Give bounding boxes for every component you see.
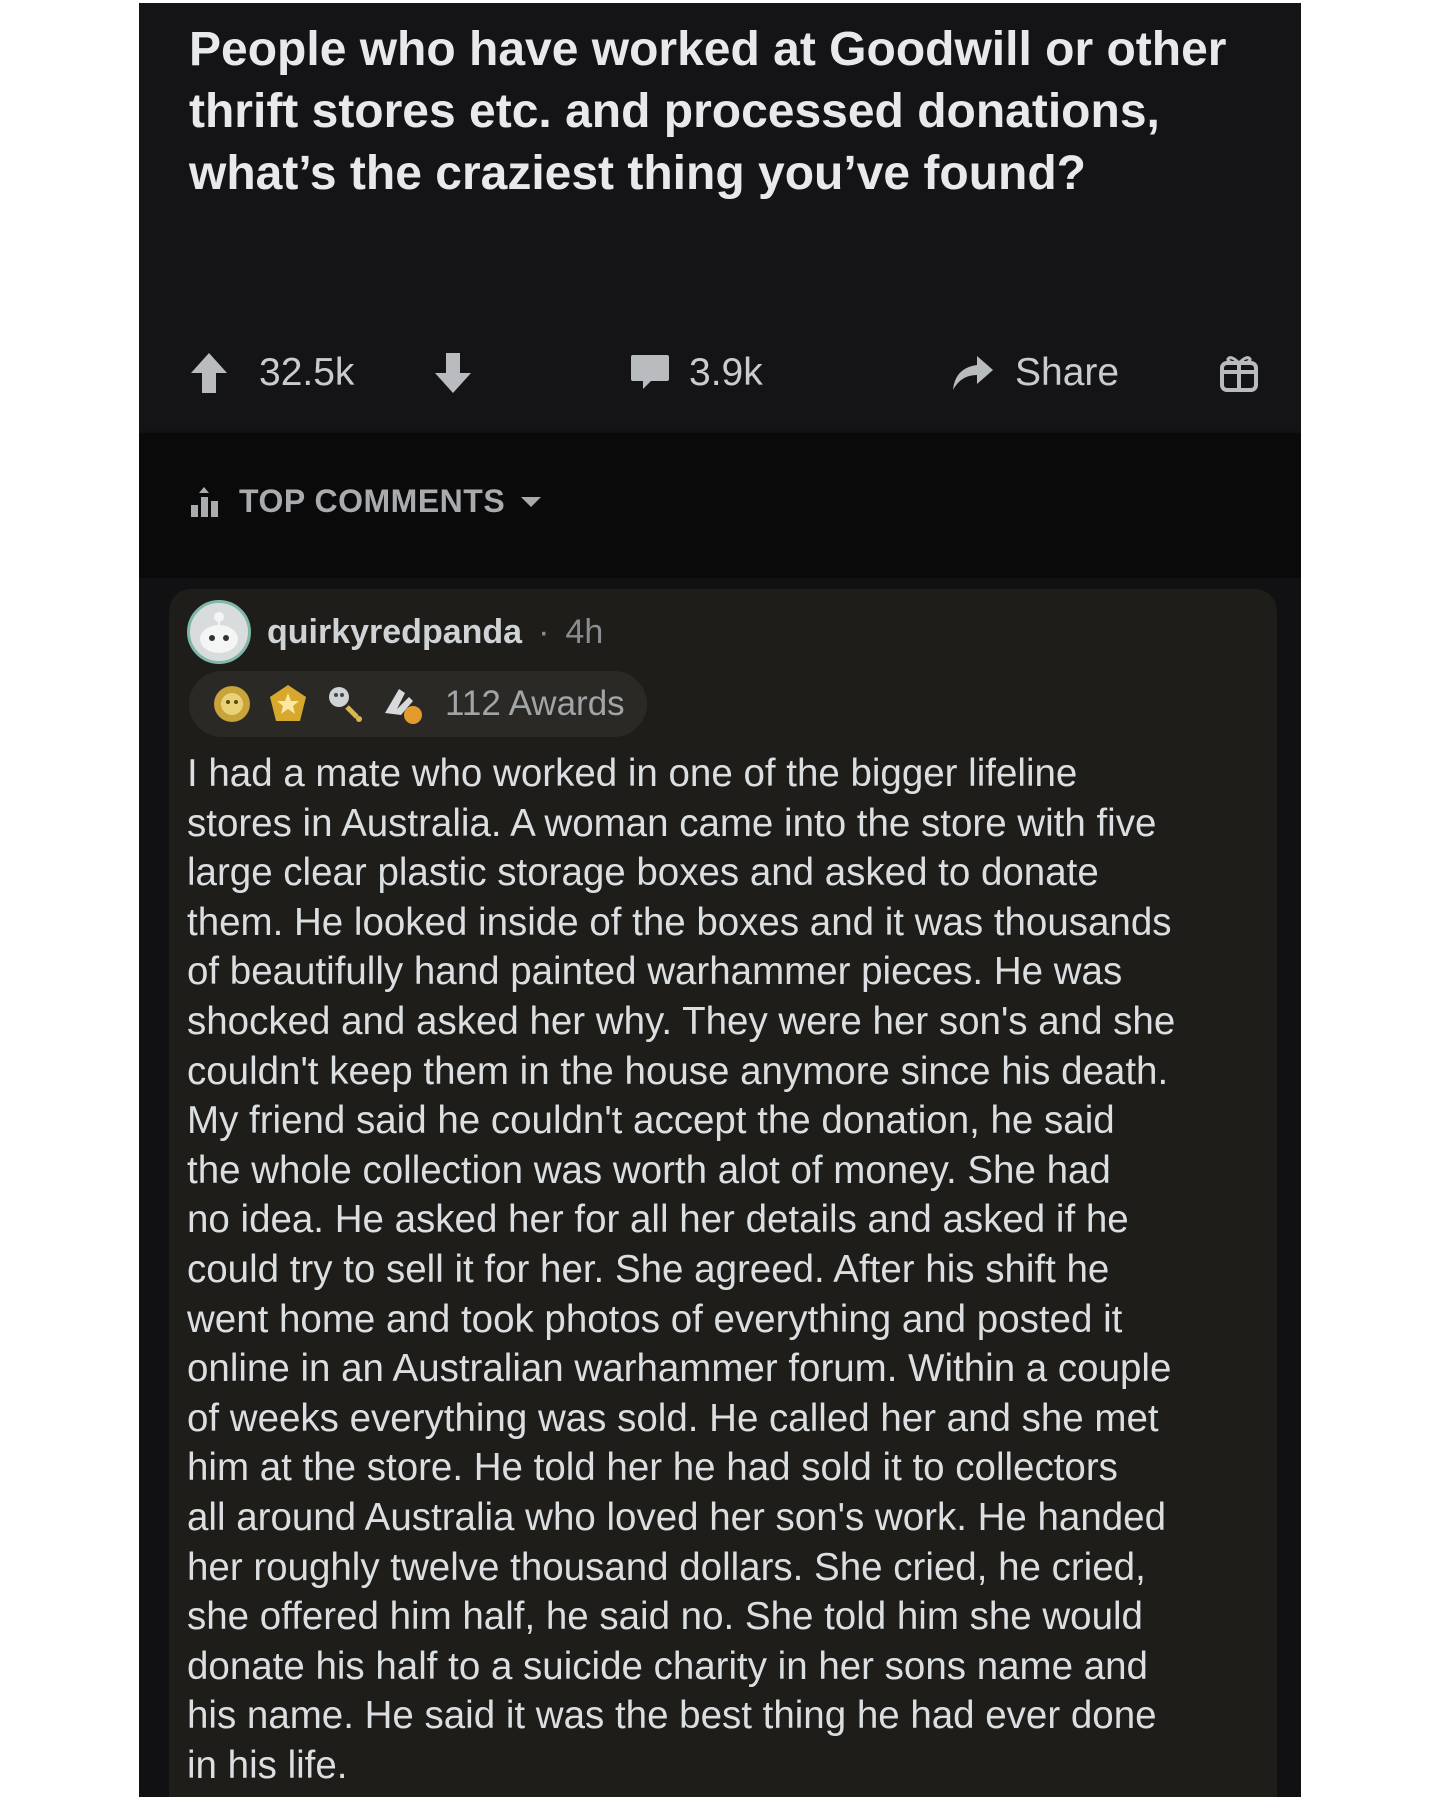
vote-count: 32.5k [259,351,355,394]
arrow-down-icon [433,351,473,395]
downvote-button[interactable] [433,343,473,403]
share-label: Share [1015,351,1120,394]
meta-separator: · [538,612,550,651]
gift-icon [1219,353,1259,393]
comment-card: quirkyredpanda · 4h 112 Awards I had a m… [169,589,1277,1797]
comment-author[interactable]: quirkyredpanda [267,613,522,652]
comments-button[interactable]: 3.9k [629,343,763,403]
gold-award-icon [267,683,309,725]
arrow-up-icon [189,351,229,395]
comment-sort-bar: TOP COMMENTS [139,433,1301,578]
share-arrow-icon [949,352,995,394]
silver-award-icon [323,683,365,725]
hand-award-icon [379,683,425,725]
screenshot-frame: People who have worked at Goodwill or ot… [139,3,1301,1797]
comment-body: I had a mate who worked in one of the bi… [187,752,1176,1787]
sort-label: TOP COMMENTS [239,483,506,519]
comment-count: 3.9k [689,351,763,394]
avatar[interactable] [187,600,251,664]
caret-down-icon [519,495,543,509]
sort-dropdown[interactable]: TOP COMMENTS [189,483,543,520]
awards-pill[interactable]: 112 Awards [189,671,647,737]
bar-chart-icon [189,485,225,519]
speech-bubble-icon [629,353,671,393]
post-action-bar: 32.5k 3.9k Share [189,343,1269,403]
post-title[interactable]: People who have worked at Goodwill or ot… [189,19,1229,205]
sun-award-icon [211,683,253,725]
post-header: People who have worked at Goodwill or ot… [139,3,1301,431]
comment-header: quirkyredpanda · 4h [187,599,603,665]
gift-award-button[interactable] [1219,343,1259,403]
awards-count: 112 Awards [445,684,625,723]
comment-age: 4h [565,612,604,651]
share-button[interactable]: Share [949,343,1119,403]
upvote-button[interactable] [189,343,229,403]
